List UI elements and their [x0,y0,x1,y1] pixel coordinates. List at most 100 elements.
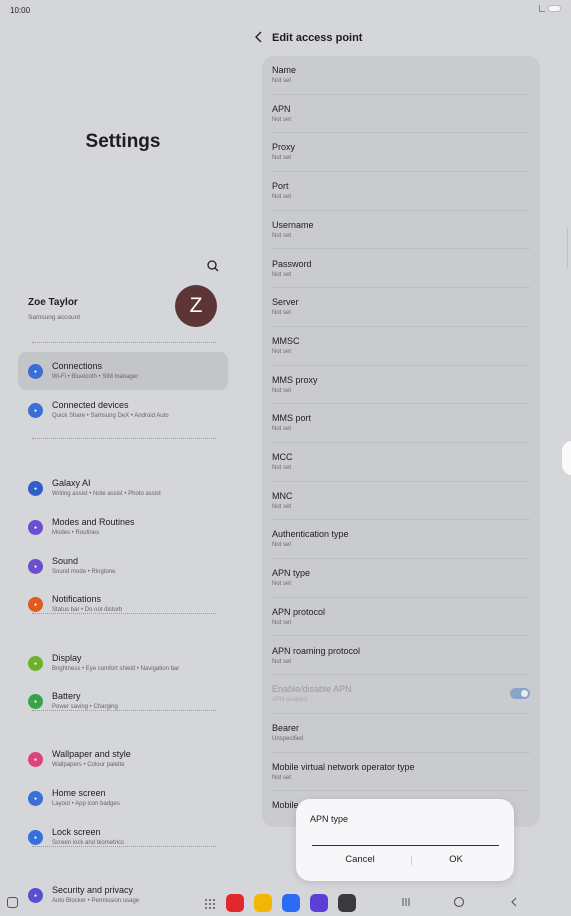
field-row-server[interactable]: Server Not set [262,288,540,327]
home-icon: ● [28,791,43,806]
field-row-apn-roaming-protocol[interactable]: APN roaming protocol Not set [262,637,540,676]
menu-item-subtitle: Quick Share • Samsung DeX • Android Auto [52,413,169,419]
field-row-mms-proxy[interactable]: MMS proxy Not set [262,366,540,405]
field-row-apn-protocol[interactable]: APN protocol Not set [262,598,540,637]
menu-item-subtitle: Writing assist • Note assist • Photo ass… [52,491,161,497]
field-label: Server [272,297,299,308]
field-row-username[interactable]: Username Not set [262,211,540,250]
menu-item-galaxy-ai[interactable]: ● Galaxy AI Writing assist • Note assist •… [18,469,228,507]
field-value: Not set [272,581,292,588]
edge-handle [567,228,571,268]
field-row-mmsc[interactable]: MMSC Not set [262,327,540,366]
menu-item-title: Connected devices [52,400,129,410]
apn-enabled-toggle[interactable] [510,688,530,700]
lock-icon: ● [28,830,43,845]
field-label: APN protocol [272,606,326,617]
field-row-name[interactable]: Name Not set [262,56,540,95]
field-label: Proxy [272,142,296,153]
field-value: APN enabled [272,697,308,704]
field-value: Not set [272,155,292,162]
field-label: APN roaming protocol [272,645,361,656]
menu-item-connected-devices[interactable]: ● Connected devices Quick Share • Samsung … [18,391,228,429]
menu-item-battery[interactable]: ● Battery Power saving • Charging [18,682,228,720]
field-row-mcc[interactable]: MCC Not set [262,443,540,482]
field-label: Port [272,181,289,192]
field-row-proxy[interactable]: Proxy Not set [262,133,540,173]
menu-item-title: Sound [52,556,79,566]
messages-app-icon[interactable] [282,894,300,912]
field-value: Not set [272,387,292,394]
field-row-authentication-type[interactable]: Authentication type Not set [262,520,540,560]
field-row-apn[interactable]: APN Not set [262,95,540,134]
divider [32,613,216,614]
accessibility-icon[interactable] [7,897,18,908]
field-label: Authentication type [272,529,349,540]
files-app-icon[interactable] [254,894,272,912]
menu-item-title: Galaxy AI [52,478,91,488]
edge-panel-handle[interactable] [562,441,571,475]
field-row-apn-type[interactable]: APN type Not set [262,559,540,598]
field-label: MCC [272,452,293,462]
battery-icon: ● [28,694,43,709]
menu-item-modes-and-routines[interactable]: ● Modes and Routines Modes • Routines [18,508,228,546]
menu-item-subtitle: Sound mode • Ringtone [52,569,116,575]
header-title: Edit access point [272,32,363,44]
apn-type-input[interactable] [312,832,499,846]
profile-name[interactable]: Zoe Taylor [28,297,78,308]
field-value: Not set [272,503,292,510]
field-value: Not set [272,465,292,471]
battery-status-icon [548,5,561,12]
field-value: Unspecified [272,735,304,742]
internet-app-icon[interactable] [310,894,328,912]
field-value: Not set [272,619,292,626]
back-nav-icon[interactable] [508,896,520,911]
field-row-password[interactable]: Password Not set [262,250,540,289]
divider [32,438,216,439]
menu-item-title: Connections [52,361,103,371]
camera-app-icon[interactable] [338,894,356,912]
devices-icon: ● [28,403,43,418]
apps-grid-icon[interactable] [204,898,216,910]
menu-item-display[interactable]: ● Display Brightness • Eye comfort shield … [18,644,228,682]
back-arrow-icon[interactable] [252,30,266,44]
field-label: Username [272,219,314,230]
ok-button[interactable]: OK [406,850,506,870]
menu-item-subtitle: Wi-Fi • Bluetooth • SIM manager [52,374,139,380]
avatar[interactable]: Z [175,285,217,327]
field-row-mnc[interactable]: MNC Not set [262,482,540,521]
field-row-port[interactable]: Port Not set [262,172,540,211]
menu-item-title: Notifications [52,594,102,604]
menu-item-subtitle: Modes • Routines [52,530,100,536]
home-button-icon[interactable] [453,896,465,911]
menu-item-title: Home screen [52,788,106,798]
field-value: Not set [272,310,292,317]
field-label: MMS proxy [272,374,318,385]
field-label: APN type [272,568,311,579]
cancel-button[interactable]: Cancel [310,850,410,870]
field-row-bearer[interactable]: Bearer Unspecified [262,714,540,753]
menu-item-connections[interactable]: ● Connections Wi-Fi • Bluetooth • SIM mana… [18,352,228,390]
menu-item-wallpaper-and-style[interactable]: ● Wallpaper and style Wallpapers • Colour … [18,740,228,778]
field-label: MNC [272,490,293,501]
notes-app-icon[interactable] [226,894,244,912]
field-row-mms-port[interactable]: MMS port Not set [262,404,540,443]
status-bar: 10:00 [0,0,571,20]
menu-item-sound[interactable]: ● Sound Sound mode • Ringtone [18,547,228,585]
menu-item-title: Display [52,653,82,663]
navigation-bar [0,892,571,916]
menu-item-title: Battery [52,691,81,701]
menu-item-lock-screen[interactable]: ● Lock screen Screen lock and biometrics [18,818,228,856]
speaker-icon: ● [28,559,43,574]
profile-subtitle: Samsung account [28,314,81,321]
avatar-initial: Z [189,294,203,317]
menu-item-notifications[interactable]: ● Notifications Status bar • Do not distur… [18,585,228,623]
sun-icon: ● [28,656,43,671]
field-row-mobile-virtual-network-operator-type[interactable]: Mobile virtual network operator type Not … [262,753,540,792]
field-value: Not set [272,194,292,201]
search-icon[interactable] [205,258,221,274]
menu-item-home-screen[interactable]: ● Home screen Layout • App icon badges [18,779,228,817]
field-label: Enable/disable APN [272,684,352,695]
recents-icon[interactable] [400,896,412,911]
divider [32,342,216,343]
menu-item-subtitle: Brightness • Eye comfort shield • Naviga… [52,666,180,672]
